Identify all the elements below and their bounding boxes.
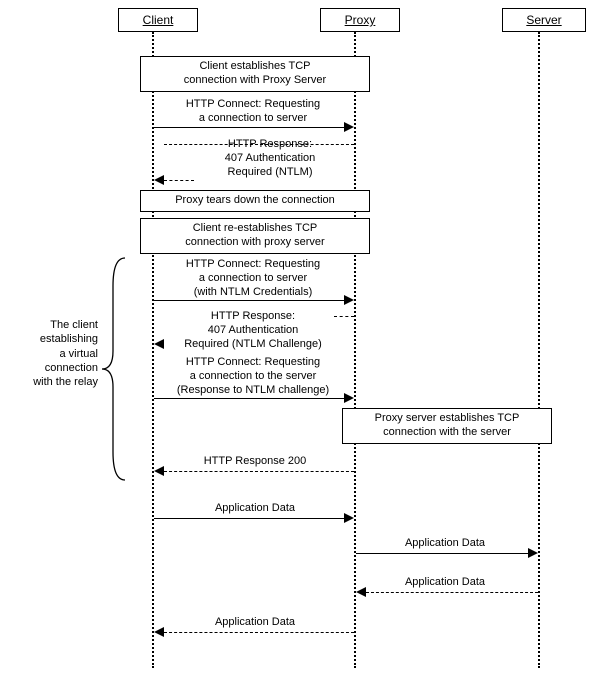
msg-line: a connection to server <box>199 272 307 284</box>
msg-line: HTTP Response: <box>211 310 295 322</box>
msg-http-connect-1: HTTP Connect: Requesting a connection to… <box>163 98 343 126</box>
msg-line: a connection to the server <box>190 370 317 382</box>
msg-line: 407 Authentication <box>208 324 299 336</box>
note-establish-tcp-proxy: Client establishes TCP connection with P… <box>140 56 370 92</box>
msg-line: a connection to server <box>199 112 307 124</box>
msg-line: HTTP Connect: Requesting <box>186 98 320 110</box>
msg-line: (Response to NTLM challenge) <box>177 384 329 396</box>
arrow-head-icon <box>356 587 366 597</box>
participant-proxy: Proxy <box>320 8 400 32</box>
arrow-line <box>164 144 354 145</box>
arrow-line <box>154 127 344 128</box>
note-proxy-tears-down: Proxy tears down the connection <box>140 190 370 212</box>
msg-appdata-1: Application Data <box>190 502 320 516</box>
note-reestablish-tcp-proxy: Client re-establishes TCP connection wit… <box>140 218 370 254</box>
lifeline-server <box>538 32 540 668</box>
note-line: Client re-establishes TCP <box>193 222 318 234</box>
arrow-line <box>154 518 344 519</box>
note-line: connection with proxy server <box>185 236 324 248</box>
msg-line: (with NTLM Credentials) <box>194 286 313 298</box>
msg-line: Application Data <box>405 576 485 588</box>
msg-line: HTTP Response 200 <box>204 455 307 467</box>
arrow-head-icon <box>528 548 538 558</box>
annotation-line: a virtual <box>59 348 98 360</box>
note-line: Client establishes TCP <box>199 60 310 72</box>
msg-appdata-4: Application Data <box>190 616 320 630</box>
arrow-line <box>154 300 344 301</box>
sequence-diagram: Client Proxy Server Client establishes T… <box>0 0 591 678</box>
participant-client: Client <box>118 8 198 32</box>
arrow-head-icon <box>344 122 354 132</box>
msg-line: Application Data <box>215 616 295 628</box>
note-line: connection with Proxy Server <box>184 74 326 86</box>
msg-line: Application Data <box>215 502 295 514</box>
msg-http-connect-ntlm-creds: HTTP Connect: Requesting a connection to… <box>163 258 343 299</box>
arrow-head-icon <box>154 627 164 637</box>
arrow-head-icon <box>154 339 164 349</box>
arrow-line <box>164 632 354 633</box>
msg-http-connect-ntlm-response: HTTP Connect: Requesting a connection to… <box>163 356 343 397</box>
msg-line: Application Data <box>405 537 485 549</box>
arrow-line <box>164 471 354 472</box>
annotation-line: The client <box>50 319 98 331</box>
note-line: connection with the server <box>383 426 511 438</box>
msg-line: HTTP Connect: Requesting <box>186 356 320 368</box>
msg-appdata-3: Application Data <box>380 576 510 590</box>
annotation-line: with the relay <box>33 376 98 388</box>
arrow-head-icon <box>344 295 354 305</box>
arrow-line <box>366 592 538 593</box>
note-line: Proxy server establishes TCP <box>375 412 520 424</box>
arrow-line <box>334 316 354 317</box>
annotation-line: connection <box>45 362 98 374</box>
lifeline-proxy <box>354 32 356 668</box>
msg-line: Required (NTLM Challenge) <box>184 338 322 350</box>
arrow-head-icon <box>154 175 164 185</box>
msg-http-200: HTTP Response 200 <box>180 455 330 469</box>
msg-line: 407 Authentication <box>225 152 316 164</box>
participant-server: Server <box>502 8 586 32</box>
arrow-head-icon <box>154 466 164 476</box>
msg-http-407-ntlm-challenge: HTTP Response: 407 Authentication Requir… <box>163 310 343 351</box>
note-line: Proxy tears down the connection <box>175 194 335 206</box>
arrow-line <box>356 553 528 554</box>
msg-appdata-2: Application Data <box>380 537 510 551</box>
note-proxy-server-tcp: Proxy server establishes TCP connection … <box>342 408 552 444</box>
arrow-head-icon <box>344 513 354 523</box>
arrow-head-icon <box>344 393 354 403</box>
msg-line: Required (NTLM) <box>228 166 313 178</box>
arrow-line <box>164 180 194 181</box>
curly-brace-icon <box>100 256 130 482</box>
annotation-line: establishing <box>40 333 98 345</box>
annotation-virtual-connection: The client establishing a virtual connec… <box>18 318 98 389</box>
msg-line: HTTP Connect: Requesting <box>186 258 320 270</box>
arrow-line <box>154 398 344 399</box>
